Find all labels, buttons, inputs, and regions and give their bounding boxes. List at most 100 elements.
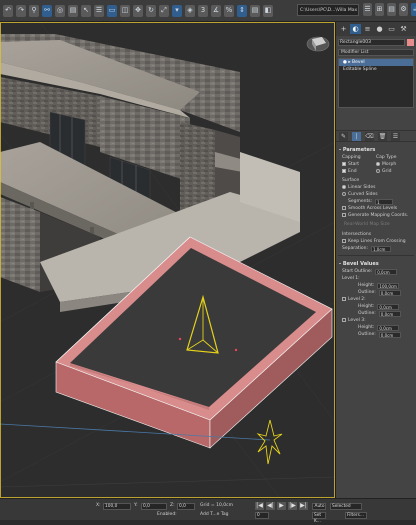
playback-button-3[interactable]: |▶ [288,502,297,510]
link-icon[interactable]: ⚲ [29,4,39,17]
parameters-rollout-title[interactable]: - Parameters [336,146,416,154]
start-outline-spinner[interactable]: 0,0cm [375,268,398,275]
auto-key-button[interactable]: Auto [312,503,326,510]
spinner-snap-icon[interactable]: ⇕ [237,4,247,17]
y-coord-field[interactable]: 0,0 [141,503,167,510]
level2-option[interactable]: Level 2: [336,296,416,303]
level1-height-spinner[interactable]: 100,0cm [377,282,400,289]
bevel-values-rollout-title[interactable]: - Bevel Values [336,260,416,268]
morph-radio[interactable] [376,161,380,166]
frame-field[interactable]: 0 [255,512,269,519]
level1-outline-spinner[interactable]: 0,0cm [378,289,401,296]
bind-icon[interactable]: ◎ [55,4,65,17]
level2-checkbox[interactable] [342,296,346,301]
stack-tool-button-3[interactable]: 🗑 [378,131,387,141]
set-key-button[interactable]: Set K... [312,512,326,524]
z-coord-field[interactable]: 0,0 [177,503,195,510]
x-coord-field[interactable]: 100,0 [103,503,131,510]
named-sel[interactable]: ▤ [250,4,260,17]
grid-radio[interactable] [376,168,380,173]
curved-sides-radio[interactable] [342,191,346,196]
command-panel-tab-1[interactable]: ◐ [350,24,361,34]
curved-sides-option[interactable]: Curved Sides [336,191,416,198]
mirror-icon[interactable]: ◧ [263,4,273,17]
level3-checkbox[interactable] [342,317,346,322]
object-color-swatch[interactable] [407,39,414,46]
toolbar-right-icon-3[interactable]: ⚙ [399,3,408,16]
modifier-stack-item[interactable]: ● ▸ Bevel [339,59,413,66]
command-panel-tab-4[interactable]: ▭ [386,24,397,34]
percent-snap-icon[interactable]: % [224,4,234,17]
smooth-across-checkbox[interactable] [342,205,346,210]
add-time-tag-button[interactable]: Add T...e Tag [200,511,228,519]
y-label: Y: [134,503,138,508]
command-panel-tab-2[interactable]: ≡ [362,24,373,34]
select-by-name-icon[interactable]: ☰ [94,4,104,17]
morph-radio-wrap[interactable]: Morph [376,161,396,168]
separation-spinner[interactable]: 1,0cm [370,245,391,252]
light-helper-icon[interactable] [256,419,283,465]
start-checkbox-wrap[interactable]: Start [336,161,376,168]
stack-tool-button-4[interactable]: ☰ [391,131,400,141]
select-icon[interactable]: ↖ [81,4,91,17]
keep-lines-checkbox[interactable] [342,238,346,243]
keep-lines-option[interactable]: Keep Lines From Crossing [336,238,416,245]
generate-mapping-checkbox[interactable] [342,212,346,217]
ref-coord[interactable]: ▾ [172,4,182,17]
undo-icon[interactable]: ↶ [3,4,13,17]
unlink-icon[interactable]: ⚯ [42,4,52,17]
object-name-field[interactable]: Rectangle003 [338,39,405,46]
snap-icon[interactable]: 3 [198,4,208,17]
viewport-scene[interactable] [0,22,335,498]
level3-height-spinner[interactable]: 0,0cm [377,324,400,331]
playback-button-4[interactable]: ▶| [299,502,308,510]
toolbar-right-icon-0[interactable]: ☰ [363,3,372,16]
toolbar-right-icon-4[interactable]: ☕ [411,3,416,16]
perspective-viewport[interactable] [0,22,335,498]
move-icon[interactable]: ✥ [133,4,143,17]
level3-outline-label: Outline: [358,332,376,337]
modifier-list-dropdown[interactable]: Modifier List [338,49,414,56]
key-filter-dropdown[interactable]: Selected [330,503,362,510]
scale-icon[interactable]: ⤢ [159,4,169,17]
end-checkbox-wrap[interactable]: End [336,168,376,175]
angle-snap-icon[interactable]: ∡ [211,4,221,17]
command-panel-tab-0[interactable]: + [338,24,349,34]
stone-wall-lower [0,197,40,292]
playback-button-0[interactable]: |◀ [255,502,264,510]
linear-sides-option[interactable]: Linear Sides [336,184,416,191]
toolbar-right-icon-2[interactable]: ▤ [387,3,396,16]
playback-button-1[interactable]: ◀| [266,502,275,510]
level2-outline-spinner[interactable]: 0,0cm [378,310,401,317]
command-panel-tab-5[interactable]: ⚒ [398,24,409,34]
start-checkbox[interactable] [342,161,346,166]
playback-button-2[interactable]: ▶ [277,502,286,510]
stack-tool-button-2[interactable]: ⌫ [365,131,374,141]
redo-icon[interactable]: ↷ [16,4,26,17]
linear-sides-radio[interactable] [342,184,346,189]
stack-tool-button-0[interactable]: ✎ [339,131,348,141]
command-panel-tab-3[interactable]: ● [374,24,385,34]
window-icon[interactable]: ◫ [120,4,130,17]
generate-mapping-option[interactable]: Generate Mapping Coords. [336,212,416,219]
level2-height-spinner[interactable]: 0,0cm [377,303,400,310]
toolbar-right-icon-1[interactable]: ⊞ [375,3,384,16]
viewcube-icon[interactable] [306,36,330,52]
rotate-icon[interactable]: ↻ [146,4,156,17]
end-checkbox[interactable] [342,168,346,173]
segments-label: Segments: [348,199,373,204]
modifier-stack-item[interactable]: Editable Spline [339,66,413,73]
segments-spinner[interactable]: 1 [375,198,394,205]
stack-tool-button-1[interactable]: | [352,131,361,141]
filter-all[interactable]: ▤ [68,4,78,17]
object-name-row: Rectangle003 [338,39,414,46]
rect-select-icon[interactable]: ▭ [107,4,117,17]
key-filters-button[interactable]: Filters... [345,512,367,519]
grid-size-readout: Grid = 10,0cm [200,503,233,508]
project-path-field[interactable]: C:\Users\PC\D...\Villa Max 2024 [297,4,359,16]
level3-outline-spinner[interactable]: 0,0cm [378,331,401,338]
level3-option[interactable]: Level 3: [336,317,416,324]
smooth-across-option[interactable]: Smooth Across Levels [336,205,416,212]
grid-radio-wrap[interactable]: Grid [376,168,391,175]
pivot-icon[interactable]: ◈ [185,4,195,17]
